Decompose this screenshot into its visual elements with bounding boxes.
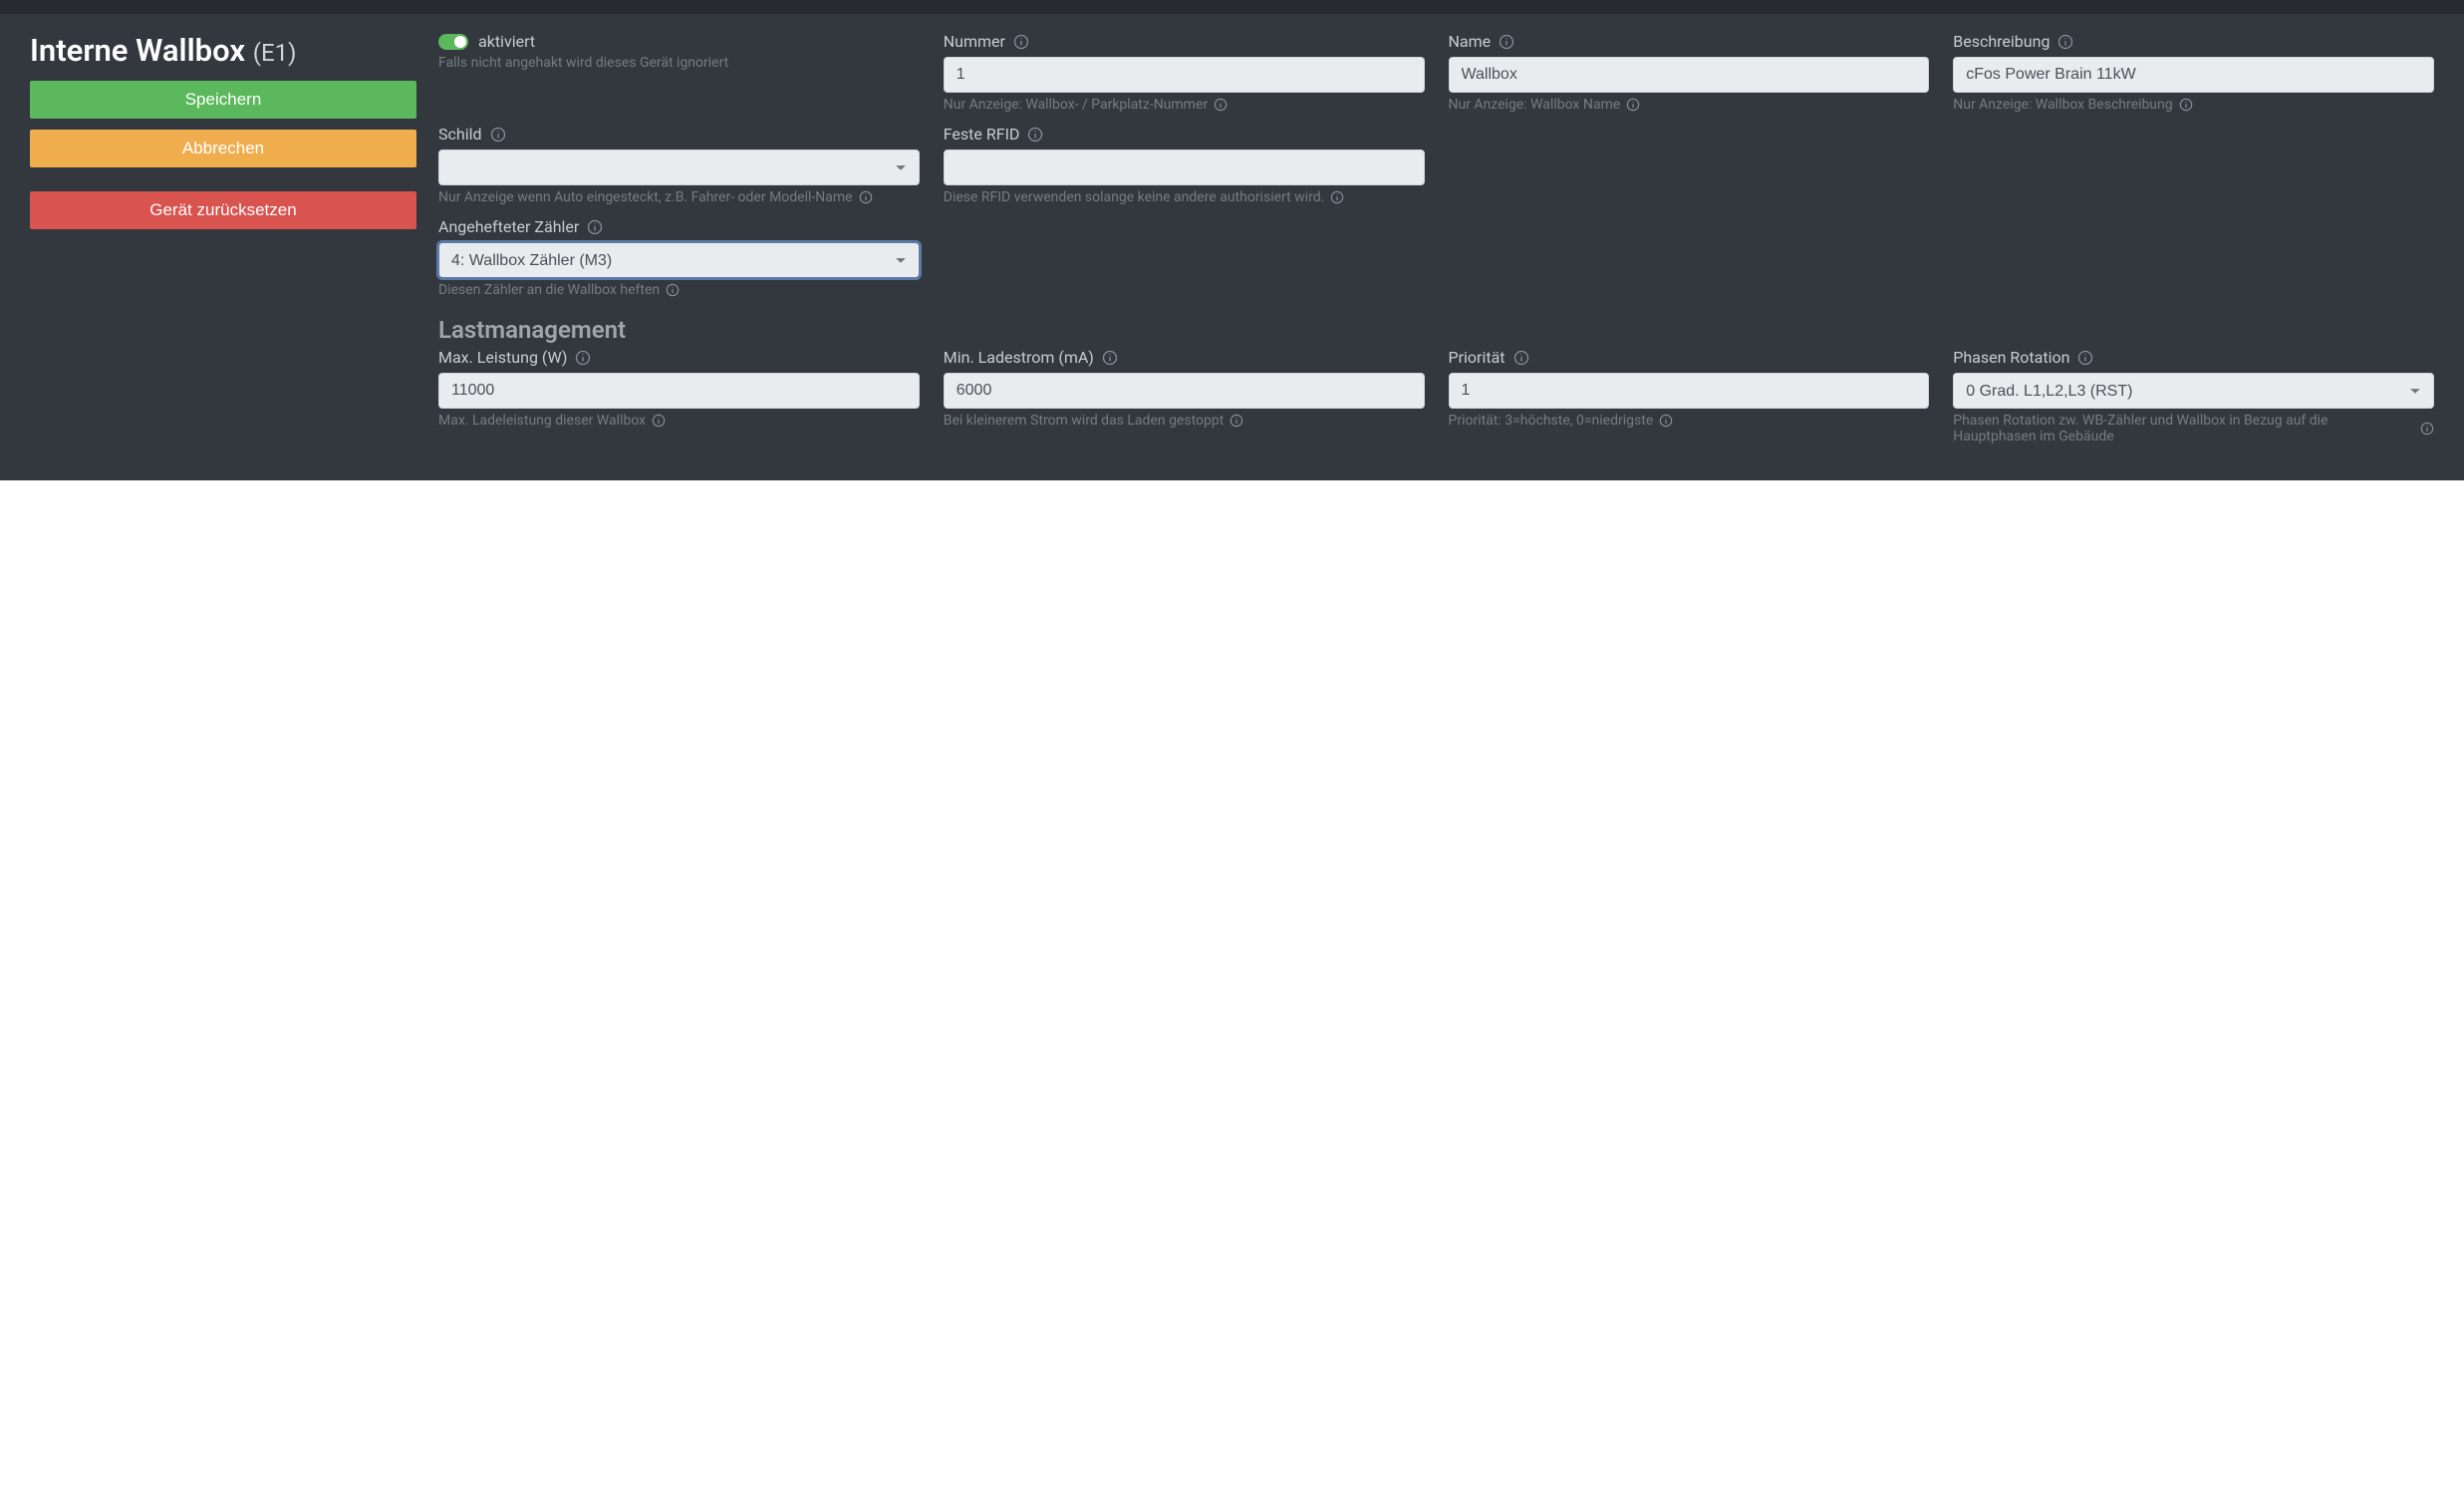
info-icon[interactable]: [859, 190, 873, 204]
beschreibung-input[interactable]: [1953, 57, 2434, 93]
angehefteter-zaehler-select[interactable]: 4: Wallbox Zähler (M3): [438, 242, 920, 278]
max-leistung-hint: Max. Ladeleistung dieser Wallbox: [438, 413, 646, 429]
page-title-suffix: (E1): [253, 39, 297, 67]
info-icon[interactable]: [2077, 350, 2093, 366]
empty-row3: [944, 217, 2434, 298]
aktiviert-label: aktiviert: [478, 32, 535, 51]
field-aktiviert: aktiviert Falls nicht angehakt wird dies…: [438, 32, 920, 113]
info-icon[interactable]: [1626, 98, 1640, 112]
feste-rfid-label: Feste RFID: [944, 125, 1020, 144]
nummer-hint: Nur Anzeige: Wallbox- / Parkplatz-Nummer: [944, 97, 1208, 113]
aktiviert-hint: Falls nicht angehakt wird dieses Gerät i…: [438, 55, 920, 71]
name-label: Name: [1449, 32, 1492, 51]
reset-device-button[interactable]: Gerät zurücksetzen: [30, 191, 416, 229]
section-lastmanagement: Lastmanagement: [438, 316, 2434, 344]
info-icon[interactable]: [1013, 34, 1029, 50]
info-icon[interactable]: [1513, 350, 1529, 366]
aktiviert-toggle[interactable]: [438, 34, 468, 50]
field-feste-rfid: Feste RFID Diese RFID verwenden solange …: [944, 125, 1425, 205]
prioritaet-hint: Priorität: 3=höchste, 0=niedrigste: [1449, 413, 1654, 429]
field-angehefteter-zaehler: Angehefteter Zähler 4: Wallbox Zähler (M…: [438, 217, 920, 298]
min-ladestrom-input[interactable]: [944, 373, 1425, 409]
schild-select[interactable]: [438, 150, 920, 185]
min-ladestrom-label: Min. Ladestrom (mA): [944, 348, 1094, 367]
info-icon[interactable]: [652, 414, 666, 428]
max-leistung-label: Max. Leistung (W): [438, 348, 567, 367]
name-input[interactable]: [1449, 57, 1930, 93]
prioritaet-input[interactable]: [1449, 373, 1930, 409]
schild-hint: Nur Anzeige wenn Auto eingesteckt, z.B. …: [438, 189, 853, 205]
angehefteter-zaehler-hint: Diesen Zähler an die Wallbox heften: [438, 282, 660, 298]
info-icon[interactable]: [1230, 414, 1243, 428]
info-icon[interactable]: [2420, 422, 2434, 436]
info-icon[interactable]: [1102, 350, 1118, 366]
schild-label: Schild: [438, 125, 482, 144]
cancel-button[interactable]: Abbrechen: [30, 130, 416, 167]
phasen-rotation-select[interactable]: 0 Grad. L1,L2,L3 (RST): [1953, 373, 2434, 409]
nummer-label: Nummer: [944, 32, 1005, 51]
info-icon[interactable]: [1659, 414, 1673, 428]
page-title: Interne Wallbox (E1): [30, 32, 416, 69]
info-icon[interactable]: [2179, 98, 2193, 112]
info-icon[interactable]: [575, 350, 591, 366]
beschreibung-hint: Nur Anzeige: Wallbox Beschreibung: [1953, 97, 2172, 113]
field-max-leistung: Max. Leistung (W) Max. Ladeleistung dies…: [438, 348, 920, 445]
max-leistung-input[interactable]: [438, 373, 920, 409]
field-schild: Schild Nur Anzeige wenn Auto eingesteckt…: [438, 125, 920, 205]
info-icon[interactable]: [490, 127, 506, 143]
header-bar: [0, 0, 2464, 14]
feste-rfid-hint: Diese RFID verwenden solange keine ander…: [944, 189, 1325, 205]
info-icon[interactable]: [587, 219, 603, 235]
angehefteter-zaehler-label: Angehefteter Zähler: [438, 217, 579, 236]
min-ladestrom-hint: Bei kleinerem Strom wird das Laden gesto…: [944, 413, 1225, 429]
info-icon[interactable]: [1027, 127, 1043, 143]
field-prioritaet: Priorität Priorität: 3=höchste, 0=niedri…: [1449, 348, 1930, 445]
info-icon[interactable]: [2057, 34, 2073, 50]
field-name: Name Nur Anzeige: Wallbox Name: [1449, 32, 1930, 113]
save-button[interactable]: Speichern: [30, 81, 416, 119]
phasen-rotation-label: Phasen Rotation: [1953, 348, 2069, 367]
field-min-ladestrom: Min. Ladestrom (mA) Bei kleinerem Strom …: [944, 348, 1425, 445]
page-title-main: Interne Wallbox: [30, 32, 245, 69]
info-icon[interactable]: [1330, 190, 1344, 204]
beschreibung-label: Beschreibung: [1953, 32, 2050, 51]
form-grid: aktiviert Falls nicht angehakt wird dies…: [438, 32, 2434, 456]
field-beschreibung: Beschreibung Nur Anzeige: Wallbox Beschr…: [1953, 32, 2434, 113]
field-nummer: Nummer Nur Anzeige: Wallbox- / Parkplatz…: [944, 32, 1425, 113]
name-hint: Nur Anzeige: Wallbox Name: [1449, 97, 1621, 113]
toggle-knob: [454, 36, 466, 48]
info-icon[interactable]: [666, 283, 680, 297]
prioritaet-label: Priorität: [1449, 348, 1506, 367]
empty-row2: [1449, 125, 2435, 205]
side-column: Interne Wallbox (E1) Speichern Abbrechen…: [30, 32, 416, 456]
info-icon[interactable]: [1214, 98, 1228, 112]
phasen-rotation-hint: Phasen Rotation zw. WB-Zähler und Wallbo…: [1953, 413, 2414, 445]
info-icon[interactable]: [1499, 34, 1514, 50]
nummer-input[interactable]: [944, 57, 1425, 93]
main-panel: Interne Wallbox (E1) Speichern Abbrechen…: [0, 14, 2464, 480]
field-phasen-rotation: Phasen Rotation 0 Grad. L1,L2,L3 (RST) P…: [1953, 348, 2434, 445]
feste-rfid-input[interactable]: [944, 150, 1425, 185]
